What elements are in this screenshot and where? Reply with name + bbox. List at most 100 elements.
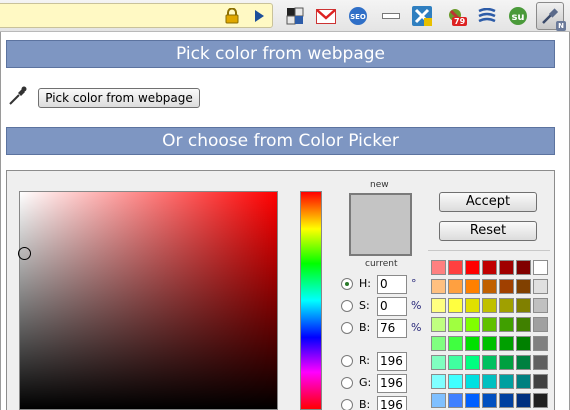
- saturation-brightness-marker[interactable]: [18, 247, 31, 260]
- palette-swatch[interactable]: [533, 336, 548, 351]
- input-saturation[interactable]: 0: [377, 297, 407, 316]
- palette-swatch[interactable]: [465, 279, 480, 294]
- label-green: G:: [359, 376, 372, 389]
- lock-icon[interactable]: [221, 5, 243, 27]
- pick-from-webpage-header: Pick color from webpage: [6, 40, 555, 68]
- notification-icon[interactable]: 79: [446, 5, 468, 27]
- palette-swatch[interactable]: [431, 374, 446, 389]
- accept-button[interactable]: Accept: [439, 192, 537, 212]
- seo-icon[interactable]: SEO: [347, 5, 369, 27]
- palette-swatch[interactable]: [533, 260, 548, 275]
- unit-brightness: %: [411, 321, 422, 334]
- pick-from-webpage-title: Pick color from webpage: [175, 44, 386, 64]
- palette-swatch[interactable]: [516, 355, 531, 370]
- input-green[interactable]: 196: [377, 374, 407, 393]
- grid-app-icon[interactable]: [284, 5, 306, 27]
- palette-swatch[interactable]: [482, 279, 497, 294]
- browser-toolbar: SEO 79 su N: [0, 0, 570, 32]
- palette-swatch[interactable]: [448, 374, 463, 389]
- label-brightness: B:: [359, 321, 371, 334]
- palette-swatch[interactable]: [516, 393, 531, 408]
- palette-swatch[interactable]: [499, 355, 514, 370]
- new-color-swatch: [349, 193, 412, 256]
- palette-swatch[interactable]: [465, 260, 480, 275]
- palette-swatch[interactable]: [533, 393, 548, 408]
- palette-swatch[interactable]: [499, 279, 514, 294]
- palette-swatch[interactable]: [516, 317, 531, 332]
- palette-swatch[interactable]: [431, 317, 446, 332]
- reset-button[interactable]: Reset: [439, 221, 537, 241]
- palette-swatch[interactable]: [482, 298, 497, 313]
- palette-swatch[interactable]: [499, 336, 514, 351]
- palette-swatch[interactable]: [499, 317, 514, 332]
- palette-swatch[interactable]: [431, 279, 446, 294]
- minus-icon[interactable]: [380, 5, 402, 27]
- palette-swatch[interactable]: [448, 355, 463, 370]
- x-extension-icon[interactable]: [411, 5, 433, 27]
- palette-swatch[interactable]: [448, 336, 463, 351]
- palette-swatch[interactable]: [499, 298, 514, 313]
- color-picker-title: Or choose from Color Picker: [162, 131, 399, 151]
- radio-red[interactable]: [341, 355, 353, 367]
- notification-count: 79: [452, 17, 468, 26]
- palette-swatch[interactable]: [431, 355, 446, 370]
- palette-swatch[interactable]: [448, 260, 463, 275]
- palette-swatch[interactable]: [431, 298, 446, 313]
- palette-swatch[interactable]: [516, 298, 531, 313]
- unit-saturation: %: [411, 299, 422, 312]
- radio-blue[interactable]: [341, 399, 353, 410]
- input-hue[interactable]: 0: [377, 275, 407, 294]
- play-icon[interactable]: [248, 5, 270, 27]
- current-color-label: current: [365, 259, 398, 269]
- palette-swatch[interactable]: [482, 260, 497, 275]
- palette-swatch[interactable]: [516, 279, 531, 294]
- palette-swatch[interactable]: [499, 393, 514, 408]
- palette-swatch[interactable]: [516, 374, 531, 389]
- palette-swatch[interactable]: [448, 317, 463, 332]
- radio-green[interactable]: [341, 377, 353, 389]
- input-brightness[interactable]: 76: [377, 319, 407, 338]
- palette-swatch[interactable]: [533, 317, 548, 332]
- palette-swatch[interactable]: [482, 374, 497, 389]
- radio-hue[interactable]: [341, 278, 353, 290]
- saturation-brightness-area[interactable]: [19, 191, 278, 410]
- palette-swatch[interactable]: [516, 260, 531, 275]
- radio-brightness[interactable]: [341, 322, 353, 334]
- palette-swatch[interactable]: [533, 374, 548, 389]
- palette-swatch[interactable]: [465, 298, 480, 313]
- palette-swatch[interactable]: [431, 336, 446, 351]
- stumbleupon-icon[interactable]: su: [507, 5, 529, 27]
- color-palette: [428, 250, 550, 410]
- palette-swatch[interactable]: [482, 317, 497, 332]
- pick-color-from-webpage-button[interactable]: Pick color from webpage: [38, 88, 200, 108]
- palette-swatch[interactable]: [533, 355, 548, 370]
- input-blue[interactable]: 196: [377, 396, 407, 410]
- gmail-icon[interactable]: [315, 5, 337, 27]
- radio-saturation[interactable]: [341, 300, 353, 312]
- palette-swatch[interactable]: [465, 336, 480, 351]
- stack-icon[interactable]: [476, 5, 498, 27]
- palette-swatch[interactable]: [448, 298, 463, 313]
- palette-swatch[interactable]: [533, 279, 548, 294]
- palette-swatch[interactable]: [482, 355, 497, 370]
- palette-swatch[interactable]: [448, 279, 463, 294]
- hue-slider[interactable]: [300, 191, 322, 410]
- input-red[interactable]: 196: [377, 352, 407, 371]
- palette-swatch[interactable]: [465, 355, 480, 370]
- palette-swatch[interactable]: [465, 393, 480, 408]
- palette-swatch[interactable]: [533, 298, 548, 313]
- palette-swatch[interactable]: [499, 260, 514, 275]
- palette-swatch[interactable]: [431, 393, 446, 408]
- palette-swatch[interactable]: [482, 393, 497, 408]
- palette-swatch[interactable]: [516, 336, 531, 351]
- eyedropper-icon[interactable]: [7, 84, 29, 106]
- palette-swatch[interactable]: [431, 260, 446, 275]
- palette-swatch[interactable]: [465, 374, 480, 389]
- palette-swatch[interactable]: [499, 374, 514, 389]
- label-blue: B:: [359, 398, 371, 410]
- color-picker-header: Or choose from Color Picker: [6, 127, 555, 155]
- stumbleupon-label: su: [511, 12, 524, 23]
- palette-swatch[interactable]: [465, 317, 480, 332]
- palette-swatch[interactable]: [482, 336, 497, 351]
- palette-swatch[interactable]: [448, 393, 463, 408]
